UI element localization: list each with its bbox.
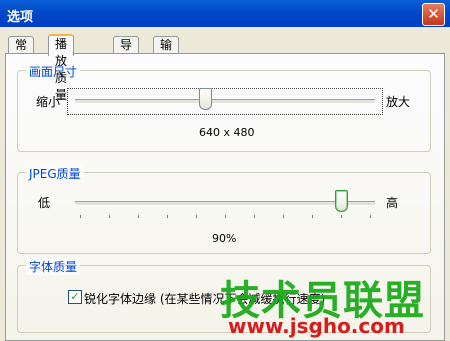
slider-tick bbox=[80, 215, 81, 218]
jpeg-quality-slider[interactable] bbox=[75, 190, 375, 218]
slider-tick bbox=[109, 215, 110, 218]
jpeg-quality-group-label: JPEG质量 bbox=[26, 165, 84, 182]
sharpen-font-checkbox[interactable]: ✓ bbox=[68, 290, 82, 304]
slider-ticks bbox=[75, 215, 375, 219]
tab-playback-quality[interactable]: 播放质量 bbox=[48, 34, 75, 102]
slider-tick bbox=[167, 215, 168, 218]
picture-size-value: 640 x 480 bbox=[199, 126, 255, 139]
title-bar[interactable]: 选项 ✕ bbox=[0, 0, 450, 27]
tab-navigation[interactable]: 导航 bbox=[113, 36, 140, 69]
slider-tick bbox=[138, 215, 139, 218]
check-icon: ✓ bbox=[70, 290, 80, 303]
tab-output[interactable]: 输出 bbox=[153, 36, 180, 69]
jpeg-quality-max-label: 高 bbox=[386, 196, 399, 210]
slider-tick bbox=[225, 215, 226, 218]
picture-size-slider[interactable] bbox=[75, 88, 375, 111]
slider-track bbox=[75, 201, 375, 206]
tab-general[interactable]: 常规 bbox=[8, 36, 35, 69]
jpeg-quality-min-label: 低 bbox=[38, 196, 51, 210]
slider-tick bbox=[254, 215, 255, 218]
options-dialog: 选项 ✕ 常规 播放质量 导航 输出 画面尺寸 缩小 放大 640 x 480 … bbox=[0, 0, 450, 341]
slider-thumb[interactable] bbox=[199, 88, 212, 110]
slider-tick bbox=[341, 215, 342, 218]
close-button[interactable]: ✕ bbox=[422, 3, 445, 26]
slider-tick bbox=[312, 215, 313, 218]
window-title: 选项 bbox=[7, 10, 34, 25]
font-quality-group-label: 字体质量 bbox=[26, 258, 81, 275]
slider-tick bbox=[283, 215, 284, 218]
slider-track bbox=[75, 99, 375, 104]
slider-tick bbox=[370, 215, 371, 218]
watermark-url: www.jsgho.com bbox=[228, 314, 405, 338]
close-icon: ✕ bbox=[427, 5, 440, 23]
slider-thumb[interactable] bbox=[335, 190, 348, 212]
jpeg-quality-value: 90% bbox=[212, 232, 237, 245]
picture-size-max-label: 放大 bbox=[386, 95, 411, 109]
picture-size-group-label: 画面尺寸 bbox=[26, 63, 81, 80]
slider-tick bbox=[196, 215, 197, 218]
